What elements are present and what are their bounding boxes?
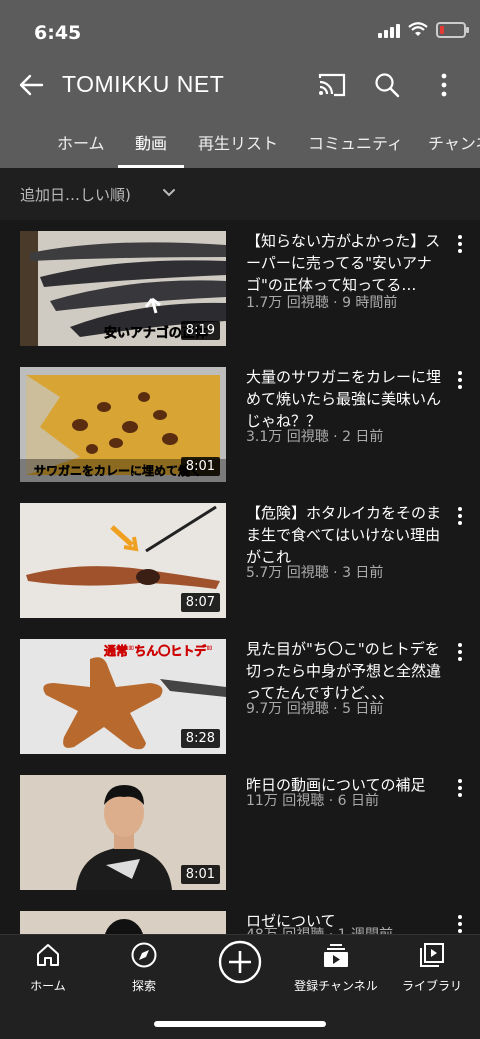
video-item[interactable]: 安いアナゴの正体 8:19 【知らない方がよかった】スーパーに売ってる"安いアナ… bbox=[0, 220, 480, 356]
video-duration: 8:01 bbox=[180, 457, 220, 476]
chevron-down-icon bbox=[163, 189, 175, 197]
video-title[interactable]: 【知らない方がよかった】スーパーに売ってる"安いアナゴ"の正体って知ってる… bbox=[246, 230, 442, 296]
more-vert-icon[interactable] bbox=[454, 778, 466, 798]
battery-icon bbox=[436, 22, 469, 38]
video-thumbnail[interactable] bbox=[20, 911, 226, 934]
compass-icon bbox=[131, 942, 157, 968]
more-vert-icon[interactable] bbox=[454, 914, 466, 934]
tab-community[interactable]: コミュニティ bbox=[308, 130, 403, 154]
channel-tabs: ホーム 動画 再生リスト コミュニティ チャンネル bbox=[0, 108, 480, 168]
video-meta: 9.7万 回視聴 · 5 日前 bbox=[246, 701, 384, 717]
more-vert-icon[interactable] bbox=[434, 72, 454, 98]
video-meta: 3.1万 回視聴 · 2 日前 bbox=[246, 429, 384, 445]
video-duration: 8:19 bbox=[180, 321, 220, 340]
back-arrow-icon[interactable] bbox=[18, 72, 44, 98]
video-meta: 5.7万 回視聴 · 3 日前 bbox=[246, 565, 384, 581]
cellular-signal-icon bbox=[378, 22, 400, 38]
more-vert-icon[interactable] bbox=[454, 506, 466, 526]
video-item[interactable]: 8:01 昨日の動画についての補足 11万 回視聴 · 6 日前 bbox=[0, 764, 480, 900]
video-title[interactable]: 大量のサワガニをカレーに埋めて焼いたら最強に美味いんじゃね？？ bbox=[246, 366, 442, 432]
nav-label: 登録チャンネル bbox=[294, 979, 378, 993]
nav-home[interactable]: ホーム bbox=[0, 941, 96, 994]
library-icon bbox=[420, 943, 444, 967]
video-title[interactable]: 【危険】ホタルイカをそのまま生で食べてはいけない理由がこれ bbox=[246, 502, 442, 568]
video-item[interactable]: 通常"ちん〇ヒトデ" 8:28 見た目が"ち〇こ"のヒトデを切ったら中身が予想と… bbox=[0, 628, 480, 764]
video-thumbnail[interactable]: 8:07 bbox=[20, 503, 226, 618]
video-item[interactable]: サワガニをカレーに埋めて焼く 8:01 大量のサワガニをカレーに埋めて焼いたら最… bbox=[0, 356, 480, 492]
cast-icon[interactable] bbox=[318, 72, 346, 98]
tab-playlists[interactable]: 再生リスト bbox=[198, 130, 278, 154]
nav-label: 探索 bbox=[131, 979, 156, 993]
video-thumbnail[interactable]: サワガニをカレーに埋めて焼く 8:01 bbox=[20, 367, 226, 482]
wifi-icon bbox=[408, 22, 428, 36]
nav-label: ホーム bbox=[30, 979, 66, 993]
nav-subscriptions[interactable]: 登録チャンネル bbox=[288, 941, 384, 994]
home-indicator bbox=[154, 1021, 326, 1027]
video-title[interactable]: 見た目が"ち〇こ"のヒトデを切ったら中身が予想と全然違ってたんですけど、、、 bbox=[246, 638, 442, 704]
nav-library[interactable]: ライブラリ bbox=[384, 941, 480, 994]
video-thumbnail[interactable]: 通常"ちん〇ヒトデ" 8:28 bbox=[20, 639, 226, 754]
tab-home[interactable]: ホーム bbox=[57, 130, 105, 154]
video-thumbnail[interactable]: 8:01 bbox=[20, 775, 226, 890]
video-duration: 8:28 bbox=[180, 729, 220, 748]
create-plus-icon bbox=[218, 940, 262, 984]
sort-label: 追加日…しい順) bbox=[20, 186, 131, 204]
thumbnail-caption: サワガニをカレーに埋めて焼く bbox=[34, 463, 202, 478]
video-duration: 8:07 bbox=[180, 593, 220, 612]
channel-app-bar: TOMIKKU NET bbox=[0, 62, 480, 108]
nav-create[interactable] bbox=[192, 939, 288, 989]
thumbnail-caption: 通常"ちん〇ヒトデ" bbox=[104, 643, 213, 658]
status-bar: 6:45 bbox=[0, 0, 480, 62]
video-meta: 1.7万 回視聴 · 9 時間前 bbox=[246, 295, 398, 311]
video-meta: 11万 回視聴 · 6 日前 bbox=[246, 793, 379, 809]
more-vert-icon[interactable] bbox=[454, 370, 466, 390]
nav-label: ライブラリ bbox=[401, 979, 462, 993]
more-vert-icon[interactable] bbox=[454, 234, 466, 254]
home-icon bbox=[37, 944, 59, 966]
video-list: 安いアナゴの正体 8:19 【知らない方がよかった】スーパーに売ってる"安いアナ… bbox=[0, 220, 480, 934]
tab-videos[interactable]: 動画 bbox=[135, 130, 167, 154]
search-icon[interactable] bbox=[374, 72, 400, 98]
more-vert-icon[interactable] bbox=[454, 642, 466, 662]
status-time: 6:45 bbox=[34, 22, 82, 44]
video-meta: 48万 回視聴 · 1 週間前 bbox=[246, 924, 393, 934]
tab-channels[interactable]: チャンネル bbox=[428, 130, 480, 154]
video-item[interactable]: 8:07 【危険】ホタルイカをそのまま生で食べてはいけない理由がこれ 5.7万 … bbox=[0, 492, 480, 628]
channel-title: TOMIKKU NET bbox=[62, 71, 225, 97]
video-duration: 8:01 bbox=[180, 865, 220, 884]
sort-dropdown[interactable]: 追加日…しい順) bbox=[0, 168, 480, 221]
nav-explore[interactable]: 探索 bbox=[96, 941, 192, 994]
video-thumbnail[interactable]: 安いアナゴの正体 8:19 bbox=[20, 231, 226, 346]
video-item[interactable]: ロゼについて 48万 回視聴 · 1 週間前 bbox=[0, 900, 480, 934]
subscriptions-icon bbox=[324, 944, 348, 967]
